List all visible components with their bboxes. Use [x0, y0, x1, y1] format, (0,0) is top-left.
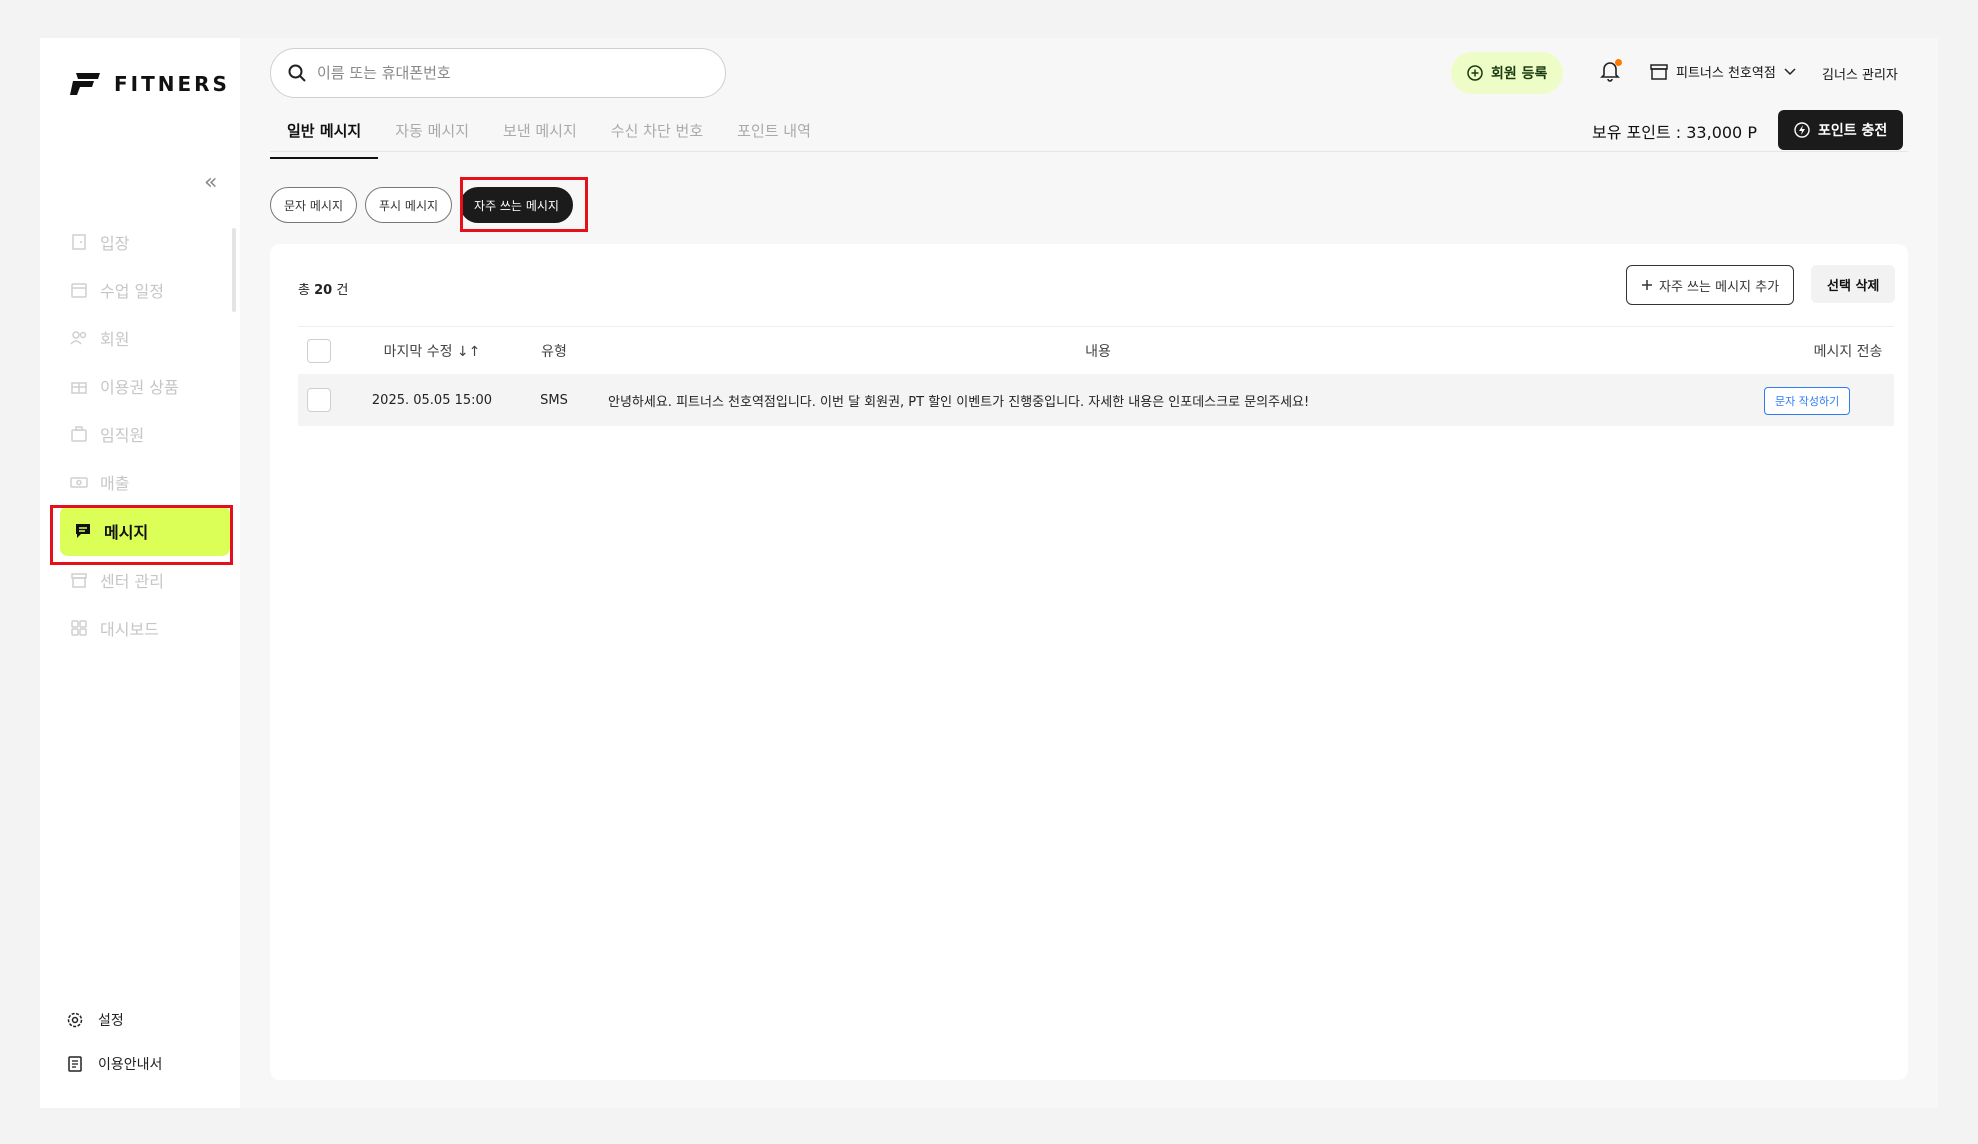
door-icon: [72, 234, 86, 250]
cash-icon: [70, 477, 88, 488]
guide-label: 이용안내서: [98, 1057, 163, 1073]
frequent-messages-card: 총 20 건 자주 쓰는 메시지 추가 선택 삭제 마지막 수정 ↓↑ 유형 내…: [270, 244, 1908, 1080]
sidebar-nav: 입장 수업 일정 회원 이용권 상품 임직원 매출 메시지 센터 관리 대시보드: [56, 218, 230, 652]
total-number: 20: [314, 283, 333, 298]
bolt-icon: [1794, 122, 1810, 138]
sidebar-item-label: 이용권 상품: [100, 378, 179, 397]
charge-points-button[interactable]: 포인트 충전: [1778, 110, 1904, 150]
delete-selected-button[interactable]: 선택 삭제: [1811, 265, 1896, 303]
sidebar-item-entry[interactable]: 입장: [56, 218, 224, 266]
sidebar-item-label: 임직원: [100, 426, 145, 445]
logo[interactable]: FITNERS: [70, 72, 230, 96]
row-type: SMS: [540, 392, 568, 408]
logo-mark-icon: [70, 73, 100, 95]
sidebar-item-label: 센터 관리: [100, 572, 164, 591]
plus-icon: [1642, 280, 1652, 290]
settings-label: 설정: [98, 1013, 124, 1029]
write-sms-button[interactable]: 문자 작성하기: [1764, 387, 1851, 415]
sidebar-item-staff[interactable]: 임직원: [56, 410, 224, 458]
select-all-checkbox[interactable]: [307, 338, 331, 363]
gear-icon: [67, 1012, 83, 1028]
column-label: 마지막 수정: [383, 343, 453, 360]
column-send: 메시지 전송: [1813, 343, 1883, 360]
sidebar-bottom-links: 설정 이용안내서: [66, 998, 162, 1086]
total-count: 총 20 건: [298, 279, 348, 298]
sidebar-item-label: 수업 일정: [100, 282, 164, 301]
pill-sms-message[interactable]: 문자 메시지: [270, 187, 358, 223]
pill-push-message[interactable]: 푸시 메시지: [365, 187, 453, 223]
briefcase-icon: [71, 426, 87, 442]
row-checkbox[interactable]: [307, 388, 331, 412]
sidebar-item-dashboard[interactable]: 대시보드: [56, 604, 224, 652]
plus-circle-icon: [1467, 65, 1483, 81]
sidebar-item-products[interactable]: 이용권 상품: [56, 362, 224, 410]
grid-icon: [71, 620, 87, 636]
sidebar-item-members[interactable]: 회원: [56, 314, 224, 362]
table-row[interactable]: 2025. 05.05 15:00 SMS 안녕하세요. 피트너스 천호역점입니…: [298, 374, 1894, 426]
table-header: 마지막 수정 ↓↑ 유형 내용 메시지 전송: [298, 326, 1894, 374]
register-member-button[interactable]: 회원 등록: [1451, 52, 1564, 94]
sidebar-item-label: 매출: [100, 474, 130, 493]
search-icon: [288, 64, 306, 82]
register-label: 회원 등록: [1491, 66, 1548, 82]
admin-account[interactable]: 김너스 관리자: [1822, 64, 1898, 83]
sidebar-item-label: 대시보드: [100, 620, 159, 639]
store-icon: [1650, 63, 1668, 80]
calendar-icon: [71, 283, 87, 298]
message-nav-highlight: [50, 505, 233, 565]
frequent-pill-highlight: [460, 177, 588, 232]
row-date: 2025. 05.05 15:00: [371, 392, 493, 408]
sidebar: FITNERS « 입장 수업 일정 회원 이용권 상품 임직원 매출 메시지 …: [40, 38, 240, 1108]
column-last-modified[interactable]: 마지막 수정 ↓↑: [362, 341, 502, 361]
row-content: 안녕하세요. 피트너스 천호역점입니다. 이번 달 회원권, PT 할인 이벤트…: [608, 394, 1310, 410]
notification-dot: [1615, 59, 1622, 66]
total-suffix: 건: [336, 283, 349, 298]
guide-link[interactable]: 이용안내서: [66, 1042, 162, 1086]
points-balance: 보유 포인트 : 33,000 P: [1592, 123, 1757, 142]
notification-bell[interactable]: [1600, 59, 1622, 86]
brand-name: FITNERS: [114, 72, 230, 96]
sidebar-item-label: 회원: [100, 330, 130, 349]
store-selector[interactable]: 피트너스 천호역점: [1650, 62, 1796, 81]
column-type: 유형: [541, 343, 567, 360]
sidebar-item-schedule[interactable]: 수업 일정: [56, 266, 224, 314]
add-label: 자주 쓰는 메시지 추가: [1659, 279, 1780, 295]
sidebar-item-sales[interactable]: 매출: [56, 458, 224, 506]
total-prefix: 총: [298, 283, 310, 298]
search-input[interactable]: [317, 64, 677, 82]
collapse-sidebar-icon[interactable]: «: [204, 172, 217, 194]
gift-icon: [71, 382, 87, 394]
search-bar: [270, 48, 726, 98]
store-label: 피트너스 천호역점: [1676, 66, 1776, 81]
chevron-down-icon: [1784, 67, 1796, 75]
column-content: 내용: [1085, 343, 1111, 360]
sort-icon: ↓↑: [456, 343, 481, 360]
charge-label: 포인트 충전: [1818, 123, 1888, 139]
settings-link[interactable]: 설정: [66, 998, 162, 1042]
sidebar-scrollbar[interactable]: [232, 228, 236, 312]
document-icon: [68, 1056, 82, 1072]
sidebar-item-label: 입장: [100, 234, 130, 253]
store-icon: [71, 573, 87, 588]
members-icon: [70, 331, 87, 345]
tabs-divider: [270, 151, 1908, 152]
add-frequent-message-button[interactable]: 자주 쓰는 메시지 추가: [1626, 265, 1795, 305]
